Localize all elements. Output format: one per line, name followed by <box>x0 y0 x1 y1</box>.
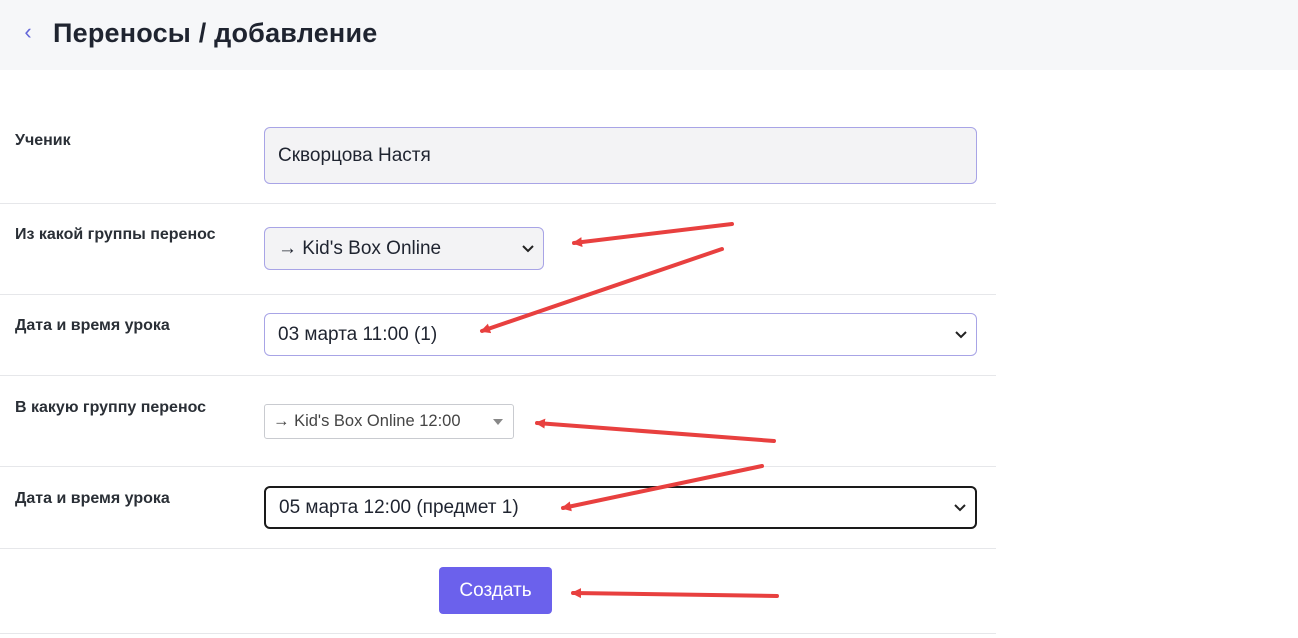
create-button[interactable]: Создать <box>439 567 552 614</box>
from-group-label: Из какой группы перенос <box>15 226 216 243</box>
chevron-down-icon <box>950 324 972 346</box>
to-lesson-select[interactable]: 05 марта 12:00 (предмет 1) <box>264 486 977 529</box>
form-row-to-group: В какую группу перенос → Kid's Box Onlin… <box>0 376 996 467</box>
from-group-select[interactable]: → Kid's Box Online <box>264 227 544 270</box>
from-lesson-label: Дата и время урока <box>15 317 170 334</box>
from-group-value: → Kid's Box Online <box>278 237 442 259</box>
form-row-from-lesson: Дата и время урока 03 марта 11:00 (1) <box>0 295 996 376</box>
page-header: ‹ Переносы / добавление <box>0 0 1298 70</box>
chevron-down-icon <box>517 238 539 260</box>
caret-down-icon <box>493 418 503 425</box>
page-title: Переносы / добавление <box>53 18 378 48</box>
arrow-icon <box>571 588 779 599</box>
form-row-to-lesson: Дата и время урока 05 марта 12:00 (предм… <box>0 467 996 549</box>
to-group-select[interactable]: → Kid's Box Online 12:00 <box>264 404 514 439</box>
chevron-down-icon <box>949 497 971 519</box>
to-group-value: → Kid's Box Online 12:00 <box>273 412 461 430</box>
to-group-label: В какую группу перенос <box>15 399 207 416</box>
form-row-from-group: Из какой группы перенос → Kid's Box Onli… <box>0 204 996 295</box>
student-field[interactable]: Скворцова Настя <box>264 127 977 184</box>
student-label: Ученик <box>15 132 71 149</box>
chevron-left-icon[interactable]: ‹ <box>18 20 38 46</box>
to-lesson-label: Дата и время урока <box>15 490 170 507</box>
from-lesson-value: 03 марта 11:00 (1) <box>278 323 438 345</box>
form-row-student: Ученик Скворцова Настя <box>0 110 996 204</box>
student-value: Скворцова Настя <box>278 144 431 166</box>
to-lesson-value: 05 марта 12:00 (предмет 1) <box>279 496 519 518</box>
from-lesson-select[interactable]: 03 марта 11:00 (1) <box>264 313 977 356</box>
divider <box>0 633 996 634</box>
